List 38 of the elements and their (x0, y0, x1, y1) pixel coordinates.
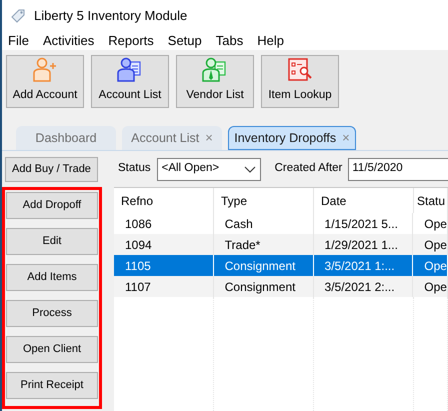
chevron-down-icon (244, 166, 256, 172)
person-list-icon (117, 56, 143, 83)
menu-item[interactable]: Help (257, 31, 284, 51)
vendor-list-icon (202, 56, 228, 83)
window-title: Liberty 5 Inventory Module (34, 7, 188, 26)
created-after-label: Created After (274, 161, 342, 176)
table-row[interactable]: 1107 Consignment 3/5/2021 2:... Ope (114, 276, 448, 297)
menu-item[interactable]: Activities (42, 31, 94, 51)
tag-icon (10, 8, 26, 24)
menu-item[interactable]: Tabs (216, 31, 244, 51)
toolbar-button[interactable]: Add Account (6, 55, 84, 108)
table-row[interactable]: 1105 Consignment 3/5/2021 1:... Ope (114, 255, 448, 276)
add-person-icon (32, 56, 58, 83)
created-after-field[interactable]: 11/5/2020 (348, 158, 448, 180)
action-button[interactable]: Add Items (6, 264, 98, 291)
menu-item[interactable]: Reports (108, 31, 154, 51)
tab[interactable]: Account List × (122, 126, 222, 150)
action-button[interactable]: Add Dropoff (6, 192, 98, 219)
tab[interactable]: Inventory Dropoffs × (228, 126, 356, 150)
action-button[interactable]: Print Receipt (6, 372, 98, 399)
toolbar-button[interactable]: Account List (91, 55, 169, 108)
action-button[interactable]: Edit (6, 228, 98, 255)
action-button[interactable]: Process (6, 300, 98, 327)
tab[interactable]: Dashboard (16, 126, 116, 150)
table-row[interactable]: 1094 Trade* 1/29/2021 1... Ope (114, 234, 448, 255)
table-cell: Consignment (214, 276, 314, 297)
add-buy-trade-button[interactable]: Add Buy / Trade (5, 156, 98, 182)
status-label: Status (118, 161, 151, 176)
status-dropdown[interactable]: <All Open> (156, 158, 261, 180)
menu-item[interactable]: File (8, 31, 29, 51)
table-cell: 3/5/2021 2:... (314, 276, 414, 297)
table-cell: 1107 (114, 276, 214, 297)
menu-item[interactable]: Setup (168, 31, 202, 51)
action-button[interactable]: Open Client (6, 336, 98, 363)
toolbar-button[interactable]: Item Lookup (261, 55, 339, 108)
item-lookup-icon (287, 56, 313, 83)
table-cell: Ope (413, 276, 448, 297)
toolbar-button[interactable]: Vendor List (176, 55, 254, 108)
